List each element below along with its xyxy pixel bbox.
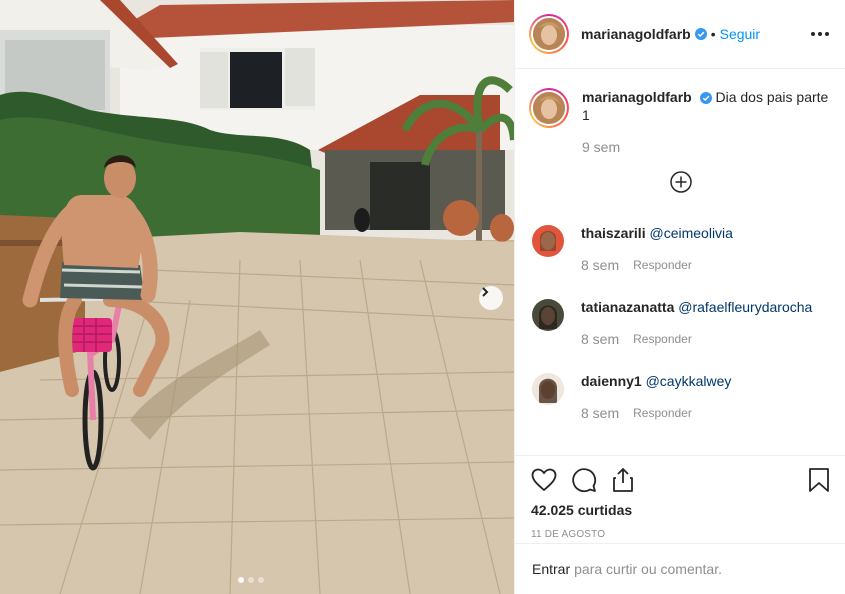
comment-button[interactable] <box>571 467 597 493</box>
post-actions: 42.025 curtidas 11 DE AGOSTO <box>515 455 845 540</box>
post-header: marianagoldfarb • Seguir <box>515 0 845 69</box>
save-button[interactable] <box>808 467 830 493</box>
share-icon <box>613 468 633 492</box>
follow-button[interactable]: Seguir <box>720 26 760 42</box>
next-photo-button[interactable] <box>479 286 503 310</box>
verified-badge-icon <box>699 92 712 105</box>
carousel-indicator <box>238 577 264 583</box>
load-more-comments-icon[interactable] <box>670 171 692 193</box>
comment-username[interactable]: daienny1 <box>581 373 642 389</box>
comment-time: 8 sem <box>581 331 620 347</box>
author-avatar[interactable] <box>529 14 569 54</box>
post-photo[interactable] <box>0 0 514 594</box>
post-side-panel: marianagoldfarb • Seguir marianagoldfarb… <box>514 0 845 594</box>
caption-author-avatar[interactable] <box>529 88 569 128</box>
bookmark-icon <box>809 468 829 492</box>
comment-item: tatianazanatta @rafaelfleurydarocha 8 se… <box>532 299 812 347</box>
heart-icon <box>531 468 557 492</box>
carousel-dot <box>238 577 244 583</box>
comments-section: marianagoldfarb Dia dos pais parte 1 9 s… <box>515 70 845 454</box>
caption-username[interactable]: marianagoldfarb <box>582 89 692 105</box>
caption-time: 9 sem <box>582 139 621 155</box>
photo-scene <box>0 0 514 594</box>
login-link[interactable]: Entrar <box>532 561 570 577</box>
more-options-button[interactable] <box>811 32 829 36</box>
commenter-avatar[interactable] <box>532 373 564 405</box>
carousel-dot <box>248 577 254 583</box>
like-button[interactable] <box>531 468 557 492</box>
comment-mention[interactable]: @caykkalwey <box>646 373 732 389</box>
comment-mention[interactable]: @rafaelfleurydarocha <box>678 299 812 315</box>
more-options-icon <box>811 32 815 36</box>
verified-badge-icon <box>694 28 707 40</box>
share-button[interactable] <box>611 467 635 493</box>
author-username[interactable]: marianagoldfarb <box>581 26 691 42</box>
login-prompt-text: para curtir ou comentar. <box>574 561 722 577</box>
commenter-avatar[interactable] <box>532 225 564 257</box>
carousel-dot <box>258 577 264 583</box>
commenter-avatar[interactable] <box>532 299 564 331</box>
next-arrow-icon <box>482 287 489 297</box>
caption: marianagoldfarb Dia dos pais parte 1 9 s… <box>529 88 832 156</box>
login-prompt: Entrar para curtir ou comentar. <box>515 543 845 594</box>
reply-button[interactable]: Responder <box>633 258 692 272</box>
comment-username[interactable]: tatianazanatta <box>581 299 674 315</box>
post-date: 11 DE AGOSTO <box>531 529 606 540</box>
comment-time: 8 sem <box>581 405 620 421</box>
comment-time: 8 sem <box>581 257 620 273</box>
reply-button[interactable]: Responder <box>633 406 692 420</box>
comment-mention[interactable]: @ceimeolivia <box>649 225 732 241</box>
reply-button[interactable]: Responder <box>633 332 692 346</box>
comment-item: daienny1 @caykkalwey 8 sem Responder <box>532 373 731 421</box>
comment-icon <box>572 468 597 493</box>
comment-username[interactable]: thaiszarili <box>581 225 646 241</box>
likes-count[interactable]: 42.025 curtidas <box>531 502 830 518</box>
separator-dot: • <box>710 26 716 42</box>
comment-item: thaiszarili @ceimeolivia 8 sem Responder <box>532 225 733 273</box>
